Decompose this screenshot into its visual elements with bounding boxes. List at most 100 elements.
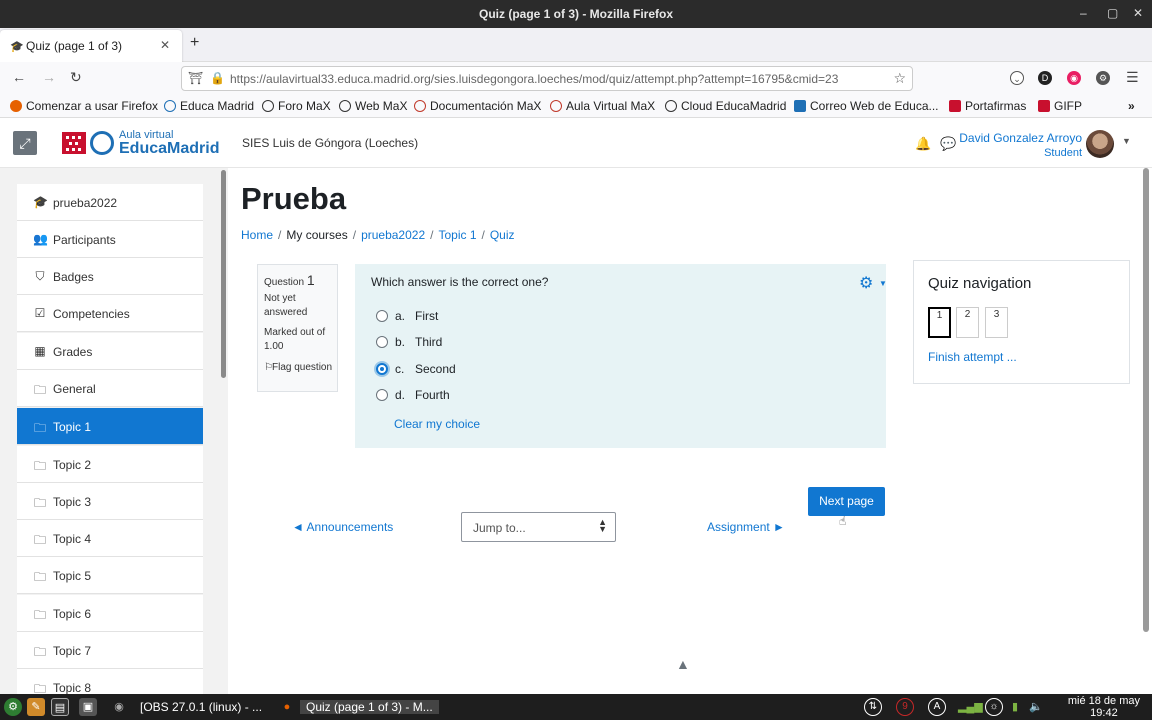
lock-icon[interactable]: 🔒: [210, 71, 225, 85]
sidebar-item-badges[interactable]: ⛉ Badges: [17, 258, 203, 295]
question-marks: Marked out of 1.00: [264, 327, 326, 352]
clear-choice-link[interactable]: Clear my choice: [394, 417, 480, 431]
gear-icon[interactable]: ⚙: [859, 273, 873, 293]
breadcrumb-topic[interactable]: Topic 1: [438, 228, 476, 242]
back-icon[interactable]: ←: [12, 69, 26, 85]
sidebar-item-topic-6[interactable]: 🗀 Topic 6: [17, 595, 203, 632]
start-menu-icon[interactable]: ⚙: [4, 698, 22, 716]
minimize-icon[interactable]: –: [1080, 6, 1087, 20]
sidebar-item-topic-1[interactable]: 🗀 Topic 1: [17, 408, 203, 445]
bookmark-item[interactable]: Foro MaX: [262, 99, 331, 113]
answer-radio[interactable]: [376, 389, 388, 401]
terminal-icon[interactable]: ▤: [51, 698, 69, 716]
notification-count-badge[interactable]: 9: [896, 698, 914, 716]
logo-title[interactable]: EducaMadrid: [119, 140, 219, 158]
flag-question-button[interactable]: ⚐ Flag question: [264, 361, 336, 375]
shield-icon[interactable]: ⛩: [188, 71, 203, 85]
folder-icon: 🗀: [33, 682, 46, 694]
close-window-icon[interactable]: ✕: [1133, 6, 1143, 20]
sidebar-item-participants[interactable]: 👥 Participants: [17, 221, 203, 258]
network-signal-icon[interactable]: ▂▄▆: [958, 698, 983, 716]
bookmark-item[interactable]: Educa Madrid: [164, 99, 254, 113]
taskbar-task-firefox[interactable]: Quiz (page 1 of 3) - M...: [300, 700, 439, 714]
drawer-scrollbar[interactable]: [221, 170, 226, 378]
next-activity-link[interactable]: Assignment ►: [707, 520, 785, 534]
bookmark-item[interactable]: Cloud EducaMadrid: [665, 99, 786, 113]
quiz-page-button[interactable]: 2: [956, 307, 979, 338]
avatar[interactable]: [1086, 130, 1114, 158]
back-to-top-icon[interactable]: ▲: [676, 656, 690, 672]
extension-pink-icon[interactable]: ◉: [1067, 71, 1081, 85]
answer-text[interactable]: Second: [415, 362, 456, 376]
update-icon[interactable]: ⇅: [864, 698, 882, 716]
file-manager-icon[interactable]: ✎: [27, 698, 45, 716]
forward-icon[interactable]: →: [42, 69, 56, 85]
url-text[interactable]: https://aulavirtual33.educa.madrid.org/s…: [230, 72, 890, 86]
close-tab-icon[interactable]: ✕: [160, 38, 170, 52]
sidebar-item-label: Grades: [53, 345, 93, 359]
messages-icon[interactable]: 💬: [940, 136, 956, 152]
answer-text[interactable]: Third: [415, 335, 442, 349]
answer-text[interactable]: Fourth: [415, 388, 450, 402]
jump-to-select[interactable]: Jump to... ▲ ▼: [461, 512, 616, 542]
new-tab-icon[interactable]: +: [190, 34, 199, 52]
sidebar-item-prueba2022[interactable]: 🎓 prueba2022: [17, 184, 203, 221]
bookmark-item[interactable]: Portafirmas: [949, 99, 1026, 113]
obs-icon[interactable]: ◉: [110, 698, 128, 716]
answer-radio[interactable]: [376, 336, 388, 348]
chevron-down-icon[interactable]: ▼: [1122, 136, 1131, 146]
sidebar-item-topic-2[interactable]: 🗀 Topic 2: [17, 446, 203, 483]
pocket-icon[interactable]: ⌄: [1010, 71, 1024, 85]
sidebar-item-topic-8[interactable]: 🗀 Topic 8: [17, 669, 203, 694]
maximize-icon[interactable]: ▢: [1107, 6, 1118, 20]
bookmark-star-icon[interactable]: ☆: [893, 70, 906, 87]
site-name[interactable]: SIES Luis de Góngora (Loeches): [242, 136, 418, 150]
vpn-icon[interactable]: ☼: [985, 698, 1003, 716]
sidebar-item-label: Badges: [53, 270, 94, 284]
sidebar-item-topic-3[interactable]: 🗀 Topic 3: [17, 483, 203, 520]
quiz-page-button[interactable]: 1: [928, 307, 951, 338]
answer-radio[interactable]: [376, 310, 388, 322]
next-page-button[interactable]: Next page: [808, 487, 885, 516]
notifications-bell-icon[interactable]: 🔔: [915, 136, 931, 152]
drawer-toggle-icon[interactable]: ⤢: [13, 131, 37, 155]
answer-text[interactable]: First: [415, 309, 438, 323]
window-title: Quiz (page 1 of 3) - Mozilla Firefox: [478, 7, 673, 21]
sidebar-item-competencies[interactable]: ☑ Competencies: [17, 295, 203, 332]
sidebar-item-topic-7[interactable]: 🗀 Topic 7: [17, 632, 203, 669]
browser-tab[interactable]: 🎓 Quiz (page 1 of 3) ✕: [0, 30, 182, 62]
breadcrumb-quiz[interactable]: Quiz: [490, 228, 515, 242]
breadcrumb-course[interactable]: prueba2022: [361, 228, 425, 242]
breadcrumb-home[interactable]: Home: [241, 228, 273, 242]
screenshot-icon[interactable]: ▣: [79, 698, 97, 716]
battery-icon[interactable]: ▮: [1006, 698, 1024, 716]
bookmark-item[interactable]: GIFP: [1038, 99, 1082, 113]
previous-activity-link[interactable]: ◄ Announcements: [292, 520, 393, 534]
reload-icon[interactable]: ↻: [70, 69, 82, 86]
extensions-icon[interactable]: ⚙: [1096, 71, 1110, 85]
taskbar-task-obs[interactable]: [OBS 27.0.1 (linux) - ...: [140, 700, 262, 714]
sidebar-item-topic-4[interactable]: 🗀 Topic 4: [17, 520, 203, 557]
clock[interactable]: mié 18 de may 19:42: [1068, 695, 1140, 719]
quiz-page-button[interactable]: 3: [985, 307, 1008, 338]
keyboard-layout-indicator[interactable]: A: [928, 698, 946, 716]
answer-radio[interactable]: [376, 363, 388, 375]
volume-icon[interactable]: 🔈: [1027, 698, 1045, 716]
sidebar-item-grades[interactable]: ▦ Grades: [17, 333, 203, 370]
menu-icon[interactable]: ☰: [1126, 69, 1139, 86]
extension-d-icon[interactable]: D: [1038, 71, 1052, 85]
bookmark-item[interactable]: Correo Web de Educa...: [794, 99, 939, 113]
finish-attempt-link[interactable]: Finish attempt ...: [928, 350, 1017, 364]
address-bar[interactable]: ⛩ 🔒 https://aulavirtual33.educa.madrid.o…: [181, 66, 913, 91]
more-bookmarks-icon[interactable]: »: [1128, 99, 1135, 113]
answer-letter: d.: [395, 388, 406, 402]
chevron-down-icon[interactable]: ▼: [879, 279, 887, 288]
page-scrollbar[interactable]: [1143, 168, 1149, 632]
bookmark-item[interactable]: Documentación MaX: [414, 99, 541, 113]
sidebar-item-topic-5[interactable]: 🗀 Topic 5: [17, 557, 203, 594]
bookmark-item[interactable]: Web MaX: [339, 99, 407, 113]
bookmark-item[interactable]: Comenzar a usar Firefox: [10, 99, 158, 113]
user-name[interactable]: David Gonzalez Arroyo: [959, 131, 1082, 145]
sidebar-item-general[interactable]: 🗀 General: [17, 370, 203, 407]
bookmark-item[interactable]: Aula Virtual MaX: [550, 99, 655, 113]
